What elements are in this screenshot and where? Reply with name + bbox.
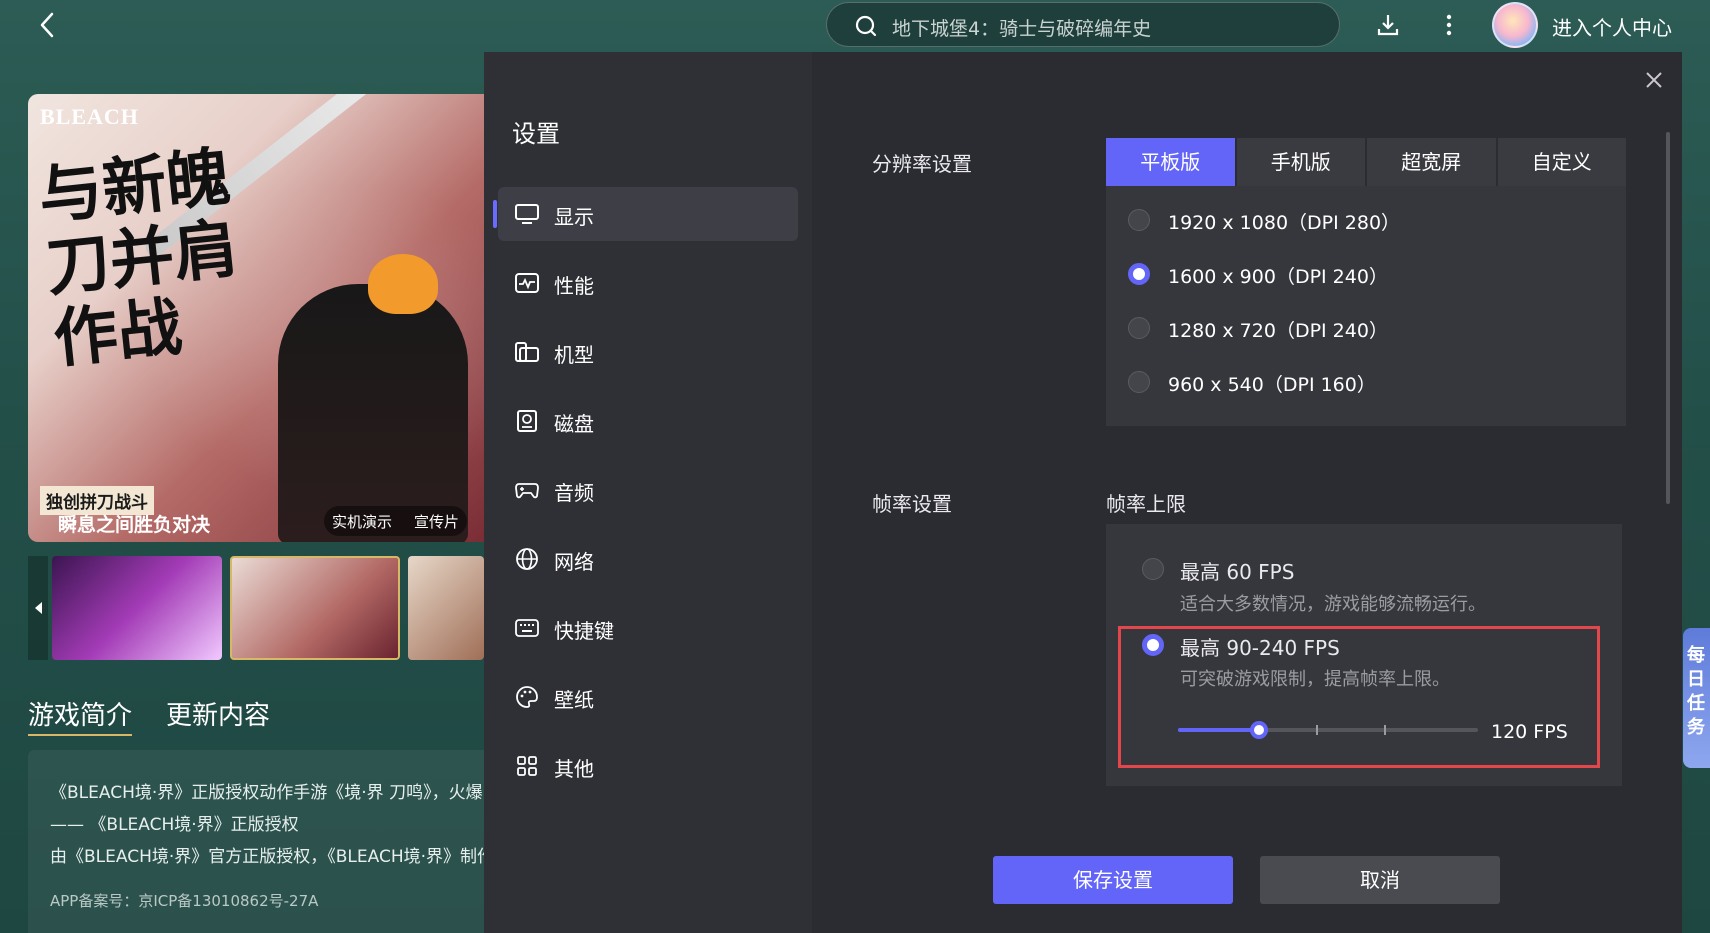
radio-button[interactable] (1128, 317, 1150, 339)
radio-button-selected[interactable] (1128, 263, 1150, 285)
sidebar-item-label: 网络 (554, 550, 594, 574)
search-icon (855, 15, 877, 37)
settings-dialog: 设置 显示 性能 机型 磁盘 音频 网络 快捷键 壁纸 其他 分辨率设置 平板版… (484, 52, 1682, 933)
close-icon[interactable] (1642, 68, 1666, 92)
sidebar-item-label: 音频 (554, 481, 594, 505)
tab-phone[interactable]: 手机版 (1236, 138, 1365, 186)
thumbnail-prev-button[interactable] (28, 556, 48, 660)
settings-title: 设置 (512, 120, 560, 148)
hero-brand-logo: BLEACH (40, 104, 139, 129)
slider-tick (1316, 725, 1318, 735)
hero-video-tabs: 实机演示 宣传片 (324, 506, 468, 536)
fps-slider-value: 120 FPS (1491, 721, 1568, 743)
hero-calligraphy: 与新魄刀并肩作战 (35, 139, 242, 378)
user-center-link[interactable]: 进入个人中心 (1552, 12, 1672, 41)
globe-icon (516, 548, 538, 570)
scrollbar[interactable] (1666, 132, 1670, 504)
fps-slider[interactable] (1178, 720, 1478, 740)
sidebar-item-device-model[interactable]: 机型 (498, 325, 798, 379)
cancel-button[interactable]: 取消 (1260, 856, 1500, 904)
resolution-option-label: 960 x 540（DPI 160） (1168, 374, 1376, 396)
slider-tick (1384, 725, 1386, 735)
sidebar-item-label: 性能 (554, 274, 594, 298)
intro-line: 《BLEACH境·界》正版授权动作手游《境·界 刀鸣》，火爆 (50, 783, 483, 803)
search-text: 地下城堡4：骑士与破碎编年史 (892, 18, 1152, 40)
download-icon[interactable] (1375, 12, 1401, 38)
fps-option-60-desc: 适合大多数情况，游戏能够流畅运行。 (1180, 594, 1486, 615)
resolution-section-label: 分辨率设置 (872, 152, 972, 176)
resolution-options: 1920 x 1080（DPI 280） 1600 x 900（DPI 240）… (1106, 186, 1626, 426)
avatar[interactable] (1492, 2, 1538, 48)
thumbnail[interactable] (52, 556, 222, 660)
radio-button[interactable] (1142, 558, 1164, 580)
grid-icon (517, 756, 537, 776)
more-options-icon[interactable] (1436, 12, 1462, 38)
framerate-section-label: 帧率设置 (872, 492, 952, 516)
screenshot-thumbnails (28, 556, 484, 660)
sidebar-item-network[interactable]: 网络 (498, 532, 798, 586)
sidebar-item-audio[interactable]: 音频 (498, 463, 798, 517)
fps-option-60-label[interactable]: 最高 60 FPS (1180, 556, 1294, 585)
hero-character (278, 284, 468, 542)
resolution-option-label: 1920 x 1080（DPI 280） (1168, 212, 1401, 234)
save-settings-button[interactable]: 保存设置 (993, 856, 1233, 904)
tab-custom[interactable]: 自定义 (1497, 138, 1626, 186)
daily-task-badge[interactable]: 每日任务 (1683, 628, 1710, 768)
resolution-tabs: 平板版 手机版 超宽屏 自定义 (1106, 138, 1626, 186)
tab-ultrawide[interactable]: 超宽屏 (1367, 138, 1496, 186)
device-model-icon (515, 342, 539, 362)
tab-demo[interactable]: 实机演示 (332, 511, 392, 532)
performance-icon (515, 273, 539, 293)
hero-character-hair (368, 254, 438, 314)
sidebar-item-label: 快捷键 (554, 619, 614, 643)
sidebar-item-disk[interactable]: 磁盘 (498, 394, 798, 448)
back-arrow-icon[interactable] (30, 8, 64, 42)
gamepad-audio-icon (515, 483, 539, 499)
resolution-option-label: 1600 x 900（DPI 240） (1168, 266, 1388, 288)
thumbnail[interactable] (408, 556, 484, 660)
radio-button[interactable] (1128, 209, 1150, 231)
fps-option-90-240-desc: 可突破游戏限制，提高帧率上限。 (1180, 669, 1450, 690)
tab-game-intro[interactable]: 游戏简介 (28, 695, 133, 736)
intro-line: —— 《BLEACH境·界》正版授权 (50, 815, 299, 835)
disk-icon (517, 410, 537, 432)
sidebar-item-label: 磁盘 (554, 412, 594, 436)
sidebar-item-label: 其他 (554, 757, 594, 781)
hero-subtag: 瞬息之间胜负对决 (58, 514, 211, 536)
fps-option-90-240-label[interactable]: 最高 90-240 FPS (1180, 632, 1340, 661)
framerate-limit-label: 帧率上限 (1106, 492, 1186, 516)
intro-line: 由《BLEACH境·界》官方正版授权，《BLEACH境·界》制作 (50, 847, 484, 867)
top-bar: 地下城堡4：骑士与破碎编年史 进入个人中心 (0, 0, 1710, 52)
game-hero-image[interactable]: BLEACH 与新魄刀并肩作战 独创拼刀战斗 瞬息之间胜负对决 实机演示 宣传片 (28, 94, 484, 542)
sidebar-item-shortcuts[interactable]: 快捷键 (498, 601, 798, 655)
daily-task-label: 每日任务 (1687, 645, 1705, 738)
keyboard-icon (515, 619, 539, 637)
radio-button[interactable] (1128, 371, 1150, 393)
thumbnail-selected[interactable] (230, 556, 400, 660)
game-intro-text: 《BLEACH境·界》正版授权动作手游《境·界 刀鸣》，火爆 —— 《BLEAC… (28, 750, 484, 933)
resolution-option-label: 1280 x 720（DPI 240） (1168, 320, 1388, 342)
tab-tablet[interactable]: 平板版 (1106, 138, 1235, 186)
sidebar-item-performance[interactable]: 性能 (498, 256, 798, 310)
icp-record: APP备案号：京ICP备13010862号-27A (50, 892, 319, 910)
sidebar-item-display[interactable]: 显示 (493, 187, 798, 241)
sidebar-item-other[interactable]: 其他 (498, 739, 798, 793)
tab-trailer[interactable]: 宣传片 (414, 511, 459, 532)
tab-update-content[interactable]: 更新内容 (166, 695, 270, 732)
sidebar-item-label: 显示 (554, 205, 594, 229)
sidebar-item-label: 机型 (554, 343, 594, 367)
settings-content: 分辨率设置 平板版 手机版 超宽屏 自定义 1920 x 1080（DPI 28… (812, 52, 1682, 933)
slider-fill (1178, 728, 1259, 732)
palette-icon (516, 686, 538, 708)
framerate-options: 最高 60 FPS 适合大多数情况，游戏能够流畅运行。 最高 90-240 FP… (1106, 524, 1622, 786)
monitor-icon (515, 204, 539, 224)
sidebar-item-wallpaper[interactable]: 壁纸 (498, 670, 798, 724)
sidebar-item-label: 壁纸 (554, 688, 594, 712)
radio-button-selected[interactable] (1142, 634, 1164, 656)
slider-thumb[interactable] (1250, 721, 1268, 739)
settings-sidebar: 设置 显示 性能 机型 磁盘 音频 网络 快捷键 壁纸 其他 (484, 52, 812, 933)
search-bar[interactable]: 地下城堡4：骑士与破碎编年史 (826, 2, 1340, 47)
